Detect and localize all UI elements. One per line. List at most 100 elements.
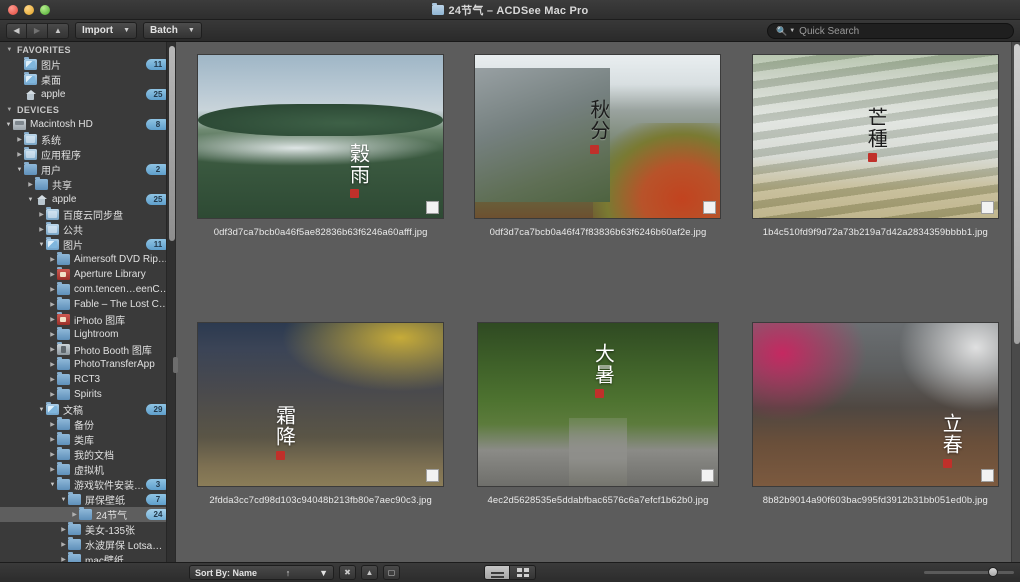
chevron-down-icon[interactable]: ▼ — [15, 167, 24, 173]
chevron-down-icon[interactable]: ▼ — [37, 407, 46, 413]
sidebar-item[interactable]: ▶ 水波屏保 LotsaWater — [0, 537, 175, 552]
thumbnail-image[interactable]: 霜降 — [198, 323, 444, 486]
sidebar-item[interactable]: apple 25 — [0, 87, 175, 102]
sidebar-item[interactable]: ▶ iPhoto 图库 — [0, 312, 175, 327]
sidebar-item[interactable]: ▶ com.tencen…eenCapture — [0, 282, 175, 297]
chevron-right-icon[interactable]: ▶ — [48, 346, 57, 353]
chevron-down-icon[interactable]: ▼ — [26, 197, 35, 203]
sidebar-splitter-handle[interactable] — [173, 357, 178, 373]
chevron-right-icon[interactable]: ▶ — [48, 361, 57, 368]
chevron-right-icon[interactable]: ▶ — [48, 466, 57, 473]
list-view-icon[interactable] — [484, 565, 510, 580]
sidebar-item[interactable]: ▶ 虚拟机 — [0, 462, 175, 477]
thumbnail-image[interactable]: 大暑 — [477, 323, 718, 486]
chevron-right-icon[interactable]: ▶ — [15, 151, 24, 158]
sidebar-item[interactable]: ▼ Macintosh HD 8 — [0, 117, 175, 132]
sidebar-item[interactable]: ▶ Lightroom — [0, 327, 175, 342]
chevron-right-icon[interactable]: ▶ — [48, 301, 57, 308]
chevron-right-icon[interactable]: ▶ — [48, 316, 57, 323]
sidebar-item[interactable]: ▶ 百度云同步盘 — [0, 207, 175, 222]
preview-icon[interactable]: ▢ — [383, 565, 400, 580]
sidebar-section-devices[interactable]: ▼ DEVICES — [0, 102, 175, 117]
chevron-right-icon[interactable]: ▶ — [48, 436, 57, 443]
thumbnail-overlay-badge[interactable] — [426, 469, 440, 482]
sidebar-item[interactable]: ▶ mac壁纸 — [0, 552, 175, 562]
batch-button[interactable]: Batch ▼ — [143, 22, 202, 39]
up-button[interactable]: ▲ — [48, 22, 69, 39]
sidebar-item[interactable]: ▶ 类库 — [0, 432, 175, 447]
sidebar-item[interactable]: ▶ Spirits — [0, 387, 175, 402]
sidebar-item[interactable]: ▶ PhotoTransferApp — [0, 357, 175, 372]
thumbnail-overlay-badge[interactable] — [980, 201, 994, 214]
chevron-right-icon[interactable]: ▶ — [48, 286, 57, 293]
sidebar-item[interactable]: ▶ RCT3 — [0, 372, 175, 387]
thumbnail-overlay-badge[interactable] — [980, 469, 994, 482]
chevron-right-icon[interactable]: ▶ — [48, 421, 57, 428]
sidebar-item[interactable]: ▶ 24节气 24 — [0, 507, 175, 522]
forward-button[interactable]: ▶ — [27, 22, 48, 39]
grid-view-icon[interactable] — [510, 565, 536, 580]
sidebar-item[interactable]: ▼游戏软件安装包备份3 — [0, 477, 175, 492]
thumbnail-overlay-badge[interactable] — [426, 201, 440, 214]
sidebar-item[interactable]: 桌面 — [0, 72, 175, 87]
thumbnail-cell[interactable]: 芒種 1b4c510fd9f9d72a73b219a7d42a2834359bbb… — [737, 52, 1014, 320]
chevron-right-icon[interactable]: ▶ — [59, 541, 68, 548]
group-icon[interactable]: ▲ — [361, 565, 378, 580]
chevron-right-icon[interactable]: ▶ — [26, 181, 35, 188]
sidebar-item[interactable]: ▼ 屏保壁纸 7 — [0, 492, 175, 507]
sidebar-item[interactable]: ▶ 备份 — [0, 417, 175, 432]
sidebar-item[interactable]: ▶ Fable – The Lost Chapters — [0, 297, 175, 312]
sidebar-item[interactable]: ▶ Aimersoft DVD Ripper — [0, 252, 175, 267]
thumbnail-image[interactable]: 秋分 — [475, 55, 721, 218]
filter-icon[interactable]: ✖ — [339, 565, 356, 580]
thumbnail-overlay-badge[interactable] — [703, 201, 717, 214]
sort-by-dropdown[interactable]: Sort By: Name ↑ ▼ — [189, 565, 334, 580]
zoom-button[interactable] — [40, 4, 50, 15]
chevron-right-icon[interactable]: ▶ — [48, 391, 57, 398]
chevron-right-icon[interactable]: ▶ — [48, 256, 57, 263]
chevron-right-icon[interactable]: ▶ — [48, 451, 57, 458]
thumbnail-cell[interactable]: 穀雨 0df3d7ca7bcb0a46f5ae82836b63f6246a60af… — [182, 52, 459, 320]
sidebar-item[interactable]: ▼ 用户 2 — [0, 162, 175, 177]
sidebar-item[interactable]: 图片 11 — [0, 57, 175, 72]
chevron-right-icon[interactable]: ▶ — [48, 376, 57, 383]
chevron-down-icon[interactable]: ▼ — [789, 28, 795, 34]
chevron-down-icon[interactable]: ▼ — [48, 482, 57, 488]
thumbnail-cell[interactable]: 霜降 2fdda3cc7cd98d103c94048b213fb80e7aec90… — [182, 320, 459, 562]
chevron-down-icon[interactable]: ▼ — [59, 497, 68, 503]
thumbnail-cell[interactable]: 大暑 4ec2d5628535e5ddabfbac6576c6a7efcf1b62… — [459, 320, 736, 562]
sidebar-scrollbar-thumb[interactable] — [168, 46, 175, 241]
sidebar-item[interactable]: ▶ 共享 — [0, 177, 175, 192]
thumbnail-image[interactable]: 穀雨 — [198, 55, 444, 218]
chevron-right-icon[interactable]: ▶ — [59, 526, 68, 533]
thumbnail-size-knob[interactable] — [988, 567, 998, 577]
sidebar-item[interactable]: ▼ apple 25 — [0, 192, 175, 207]
thumbnail-cell[interactable]: 秋分 0df3d7ca7bcb0a46f47f83836b63f6246b60af… — [459, 52, 736, 320]
close-button[interactable] — [8, 4, 18, 15]
sidebar-item[interactable]: ▶ 应用程序 — [0, 147, 175, 162]
chevron-right-icon[interactable]: ▶ — [48, 271, 57, 278]
sidebar-item[interactable]: ▼ 文稿 29 — [0, 402, 175, 417]
chevron-right-icon[interactable]: ▶ — [15, 136, 24, 143]
content-scrollbar[interactable] — [1011, 42, 1020, 562]
thumbnail-cell[interactable]: 立春 8b82b9014a90f603bac995fd3912b31bb051ed… — [737, 320, 1014, 562]
chevron-right-icon[interactable]: ▶ — [37, 226, 46, 233]
thumbnail-overlay-badge[interactable] — [700, 469, 714, 482]
sidebar-item[interactable]: ▶ Aperture Library — [0, 267, 175, 282]
sidebar-item[interactable]: ▶ Photo Booth 图库 — [0, 342, 175, 357]
chevron-down-icon[interactable]: ▼ — [37, 242, 46, 248]
sidebar-item[interactable]: ▶ 美女-135张 — [0, 522, 175, 537]
sidebar-item[interactable]: ▼ 图片 11 — [0, 237, 175, 252]
sidebar-item[interactable]: ▶ 公共 — [0, 222, 175, 237]
chevron-right-icon[interactable]: ▶ — [37, 211, 46, 218]
sidebar-section-favorites[interactable]: ▼ FAVORITES — [0, 42, 175, 57]
chevron-right-icon[interactable]: ▶ — [48, 331, 57, 338]
import-button[interactable]: Import ▼ — [75, 22, 138, 39]
thumbnail-size-slider[interactable] — [924, 567, 1014, 577]
chevron-right-icon[interactable]: ▶ — [70, 511, 79, 518]
sidebar-item[interactable]: ▶ 系统 — [0, 132, 175, 147]
content-scrollbar-thumb[interactable] — [1013, 44, 1020, 344]
minimize-button[interactable] — [24, 4, 34, 15]
thumbnail-image[interactable]: 芒種 — [752, 55, 998, 218]
back-button[interactable]: ◀ — [6, 22, 27, 39]
